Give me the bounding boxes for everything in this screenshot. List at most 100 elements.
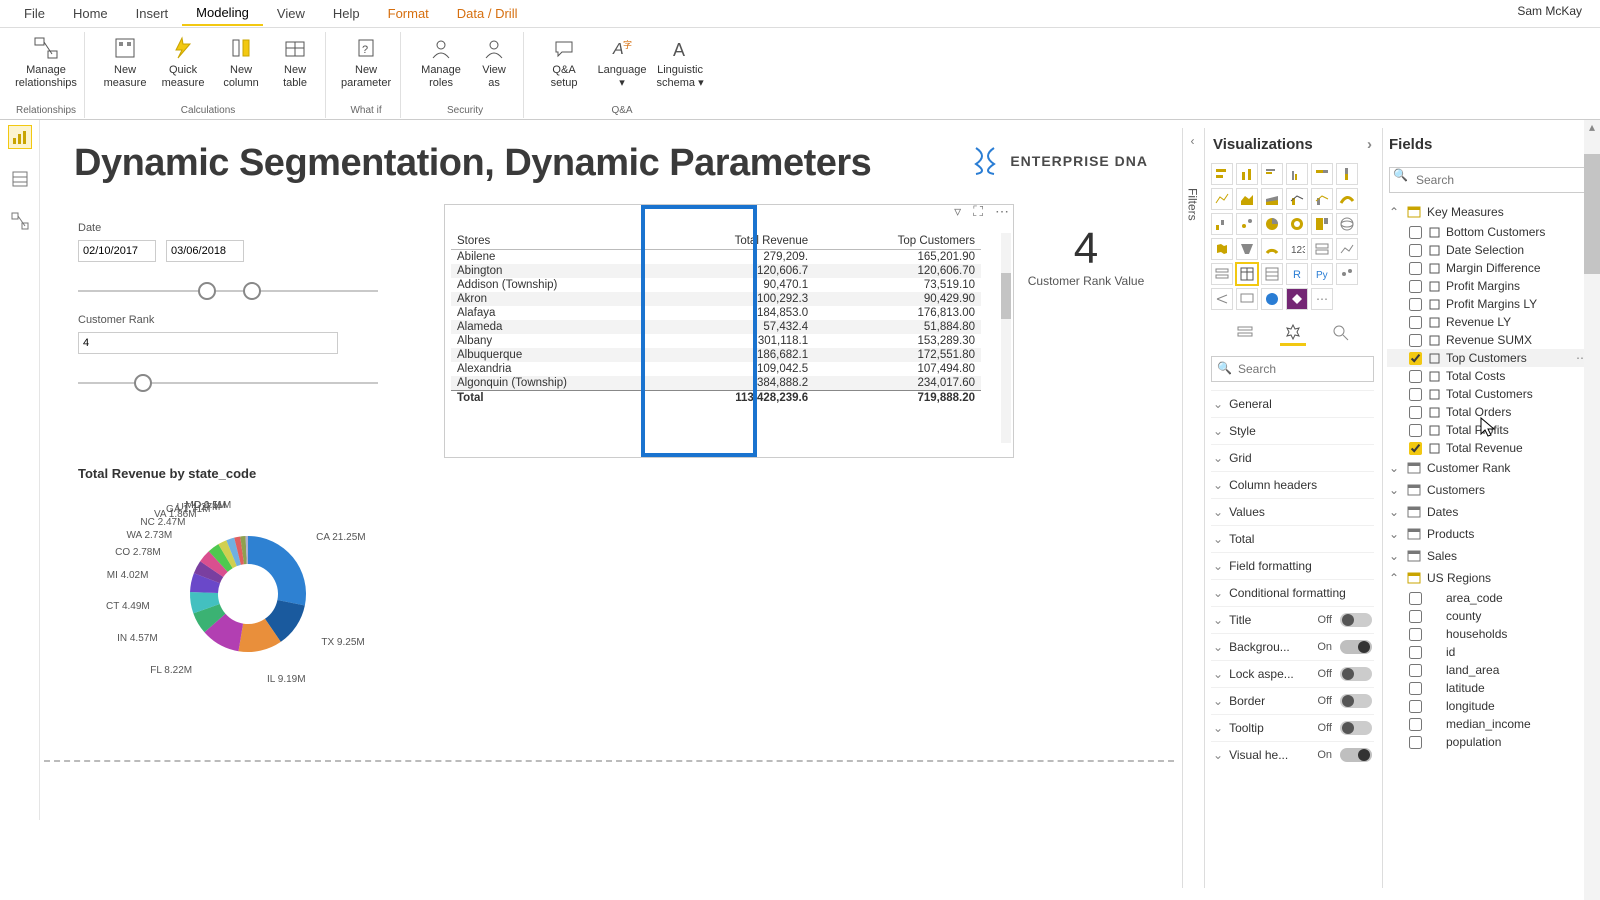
viz-collapse-icon[interactable]: › [1367,136,1372,153]
date-slider-handle-from[interactable] [198,282,216,300]
field-checkbox[interactable] [1409,736,1422,749]
rank-value-input[interactable] [78,332,338,354]
viz-r[interactable]: R [1286,263,1308,285]
viz-stacked-area[interactable] [1261,188,1283,210]
viz-stacked-bar[interactable] [1211,163,1233,185]
field-checkbox[interactable] [1409,664,1422,677]
table-row[interactable]: Alexandria109,042.5107,494.80 [451,362,981,376]
th-stores[interactable]: Stores [451,233,664,250]
field-checkbox[interactable] [1409,718,1422,731]
field-revenue-sumx[interactable]: Revenue SUMX [1387,331,1592,349]
table-sales[interactable]: ⌄Sales [1387,545,1592,567]
language-button[interactable]: A字Language ▾ [596,32,648,105]
field-checkbox[interactable] [1409,592,1422,605]
table-dates[interactable]: ⌄Dates [1387,501,1592,523]
viz-line[interactable] [1211,188,1233,210]
new-parameter-button[interactable]: ?New parameter [340,32,392,105]
viz-100-bar[interactable] [1311,163,1333,185]
menu-file[interactable]: File [10,2,59,25]
data-view-button[interactable] [9,168,31,190]
report-canvas[interactable]: Dynamic Segmentation, Dynamic Parameters… [44,128,1182,888]
view-as-button[interactable]: View as [473,32,515,105]
field-total-revenue[interactable]: Total Revenue [1387,439,1592,457]
viz-decomposition[interactable] [1211,288,1233,310]
rank-slicer[interactable]: Customer Rank [78,314,378,400]
field-checkbox[interactable] [1409,424,1422,437]
field-checkbox[interactable] [1409,442,1422,455]
date-to-input[interactable] [166,240,244,262]
table-customer-rank[interactable]: ⌄Customer Rank [1387,457,1592,479]
table-us-regions[interactable]: ⌃US Regions [1387,567,1592,589]
field-checkbox[interactable] [1409,370,1422,383]
viz-gauge[interactable] [1261,238,1283,260]
field-total-profits[interactable]: Total Profits [1387,421,1592,439]
format-border[interactable]: ⌄BorderOff [1211,687,1374,714]
field-id[interactable]: id [1387,643,1592,661]
menu-help[interactable]: Help [319,2,374,25]
viz-filled-map[interactable] [1211,238,1233,260]
table-key-measures[interactable]: ⌃Key Measures [1387,201,1592,223]
field-checkbox[interactable] [1409,646,1422,659]
table-row[interactable]: Albuquerque186,682.1172,551.80 [451,348,981,362]
field-checkbox[interactable] [1409,334,1422,347]
viz-combo1[interactable] [1286,188,1308,210]
viz-ribbon[interactable] [1336,188,1358,210]
new-measure-button[interactable]: New measure [99,32,151,105]
table-row[interactable]: Algonquin (Township)384,888.2234,017.60 [451,376,981,391]
format-tab-format[interactable] [1280,320,1306,346]
table-scrollbar[interactable] [1001,233,1011,443]
viz-table[interactable] [1236,263,1258,285]
more-options-icon[interactable]: ⋯ [995,203,1009,220]
viz-100-column[interactable] [1336,163,1358,185]
table-products[interactable]: ⌄Products [1387,523,1592,545]
viz-kpi[interactable] [1336,238,1358,260]
manage-roles-button[interactable]: Manage roles [415,32,467,105]
field-median-income[interactable]: median_income [1387,715,1592,733]
field-date-selection[interactable]: Date Selection [1387,241,1592,259]
menu-data-drill[interactable]: Data / Drill [443,2,532,25]
format-conditional-formatting[interactable]: ⌄Conditional formatting [1211,579,1374,606]
menu-insert[interactable]: Insert [122,2,183,25]
viz-powerapps[interactable] [1286,288,1308,310]
field-checkbox[interactable] [1409,244,1422,257]
table-row[interactable]: Addison (Township)90,470.173,519.10 [451,278,981,292]
field-land-area[interactable]: land_area [1387,661,1592,679]
viz-area[interactable] [1236,188,1258,210]
donut-slice-CA[interactable] [248,536,306,605]
format-title[interactable]: ⌄TitleOff [1211,606,1374,633]
field-checkbox[interactable] [1409,298,1422,311]
viz-qna[interactable] [1236,288,1258,310]
field-bottom-customers[interactable]: Bottom Customers [1387,223,1592,241]
format-total[interactable]: ⌄Total [1211,525,1374,552]
rank-slider[interactable] [78,370,378,400]
field-county[interactable]: county [1387,607,1592,625]
model-view-button[interactable] [9,210,31,232]
field-checkbox[interactable] [1409,316,1422,329]
lock-aspect-toggle[interactable] [1340,667,1372,681]
th-total-revenue[interactable]: Total Revenue [664,233,814,250]
table-visual[interactable]: ▿ ⛶ ⋯ Stores Total Revenue Top Customers… [444,204,1014,458]
field-checkbox[interactable] [1409,610,1422,623]
qa-setup-button[interactable]: Q&A setup [538,32,590,105]
menu-view[interactable]: View [263,2,319,25]
viz-matrix[interactable] [1261,263,1283,285]
date-slicer[interactable]: Date [78,222,378,308]
viz-slicer[interactable] [1211,263,1233,285]
viz-waterfall[interactable] [1211,213,1233,235]
menu-home[interactable]: Home [59,2,122,25]
viz-stacked-column[interactable] [1236,163,1258,185]
viz-python[interactable]: Py [1311,263,1333,285]
field-latitude[interactable]: latitude [1387,679,1592,697]
format-style[interactable]: ⌄Style [1211,417,1374,444]
format-field-formatting[interactable]: ⌄Field formatting [1211,552,1374,579]
field-margin-difference[interactable]: Margin Difference [1387,259,1592,277]
manage-relationships-button[interactable]: Manage relationships [20,32,72,105]
viz-pie[interactable] [1261,213,1283,235]
field-checkbox[interactable] [1409,280,1422,293]
field-longitude[interactable]: longitude [1387,697,1592,715]
viz-keyinfluencers[interactable] [1336,263,1358,285]
filters-pane-collapsed[interactable]: ‹ Filters [1182,128,1202,888]
format-tab-fields[interactable] [1232,320,1258,346]
viz-multi-card[interactable] [1311,238,1333,260]
viz-scatter[interactable] [1236,213,1258,235]
